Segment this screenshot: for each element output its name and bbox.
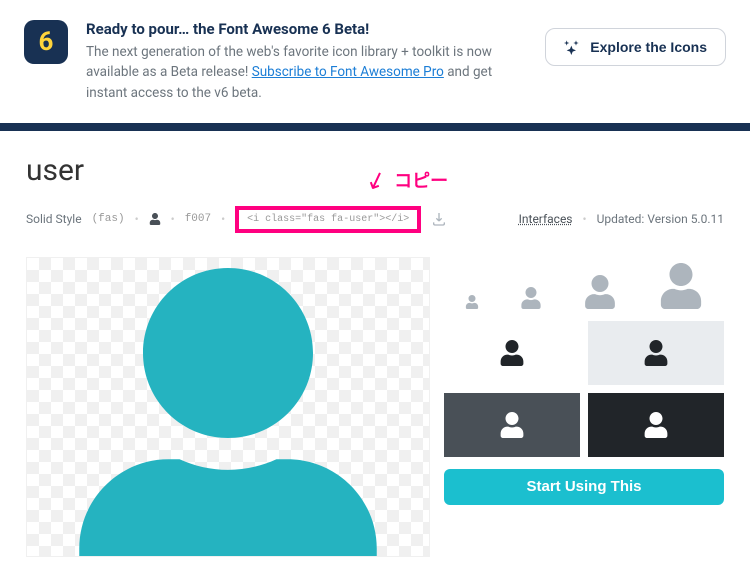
user-icon xyxy=(583,275,617,309)
color-variant-grid xyxy=(444,321,724,457)
large-preview xyxy=(26,257,430,557)
banner-title: Ready to pour… the Font Awesome 6 Beta! xyxy=(86,20,527,38)
category-tag[interactable]: Interfaces xyxy=(519,212,573,226)
updated-label: Updated: Version 5.0.11 xyxy=(597,212,724,226)
separator-dot: • xyxy=(135,212,139,226)
unicode-value: f007 xyxy=(185,213,211,225)
beta-banner: 6 Ready to pour… the Font Awesome 6 Beta… xyxy=(0,0,750,131)
copy-annotation: ↙ コピー xyxy=(366,166,448,194)
size-lg[interactable] xyxy=(658,263,704,309)
code-snippet-box[interactable]: <i class="fas fa-user"></i> xyxy=(235,206,421,233)
variant-white[interactable] xyxy=(444,321,580,385)
variant-black[interactable] xyxy=(588,393,724,457)
user-icon xyxy=(500,340,524,366)
arrow-icon: ↙ xyxy=(362,163,390,196)
explore-icons-button[interactable]: Explore the Icons xyxy=(545,28,726,66)
user-icon xyxy=(658,263,704,309)
subscribe-link[interactable]: Subscribe to Font Awesome Pro xyxy=(252,64,444,80)
style-label: Solid Style xyxy=(26,212,82,226)
size-xs[interactable] xyxy=(465,295,479,309)
content-area: Start Using This xyxy=(26,257,724,557)
banner-description: The next generation of the web's favorit… xyxy=(86,42,527,103)
fa6-logo-text: 6 xyxy=(39,27,54,57)
style-code: (fas) xyxy=(92,213,125,225)
meta-right: Interfaces • Updated: Version 5.0.11 xyxy=(519,212,724,226)
separator-dot: • xyxy=(583,212,587,226)
banner-content: Ready to pour… the Font Awesome 6 Beta! … xyxy=(86,20,527,103)
user-glyph-icon xyxy=(149,213,161,225)
annotation-text: コピー xyxy=(394,167,448,193)
size-md[interactable] xyxy=(583,275,617,309)
main-content: user ↙ コピー Solid Style (fas) • • f007 • … xyxy=(0,131,750,579)
explore-button-label: Explore the Icons xyxy=(590,39,707,55)
user-icon xyxy=(644,340,668,366)
fa6-logo: 6 xyxy=(24,20,68,64)
icon-meta-row: ↙ コピー Solid Style (fas) • • f007 • <i cl… xyxy=(26,206,724,233)
separator-dot: • xyxy=(171,212,175,226)
variant-light[interactable] xyxy=(588,321,724,385)
user-icon xyxy=(465,295,479,309)
size-preview-row xyxy=(444,257,724,313)
user-icon xyxy=(520,287,542,309)
size-sm[interactable] xyxy=(520,287,542,309)
user-icon xyxy=(500,412,524,438)
start-using-button[interactable]: Start Using This xyxy=(444,469,724,505)
user-icon-large xyxy=(78,268,378,557)
right-column: Start Using This xyxy=(444,257,724,557)
user-icon xyxy=(644,412,668,438)
download-icon[interactable] xyxy=(431,211,447,227)
separator-dot: • xyxy=(221,212,225,226)
cta-label: Start Using This xyxy=(526,478,641,495)
variant-dark[interactable] xyxy=(444,393,580,457)
sparkle-icon xyxy=(564,39,580,55)
